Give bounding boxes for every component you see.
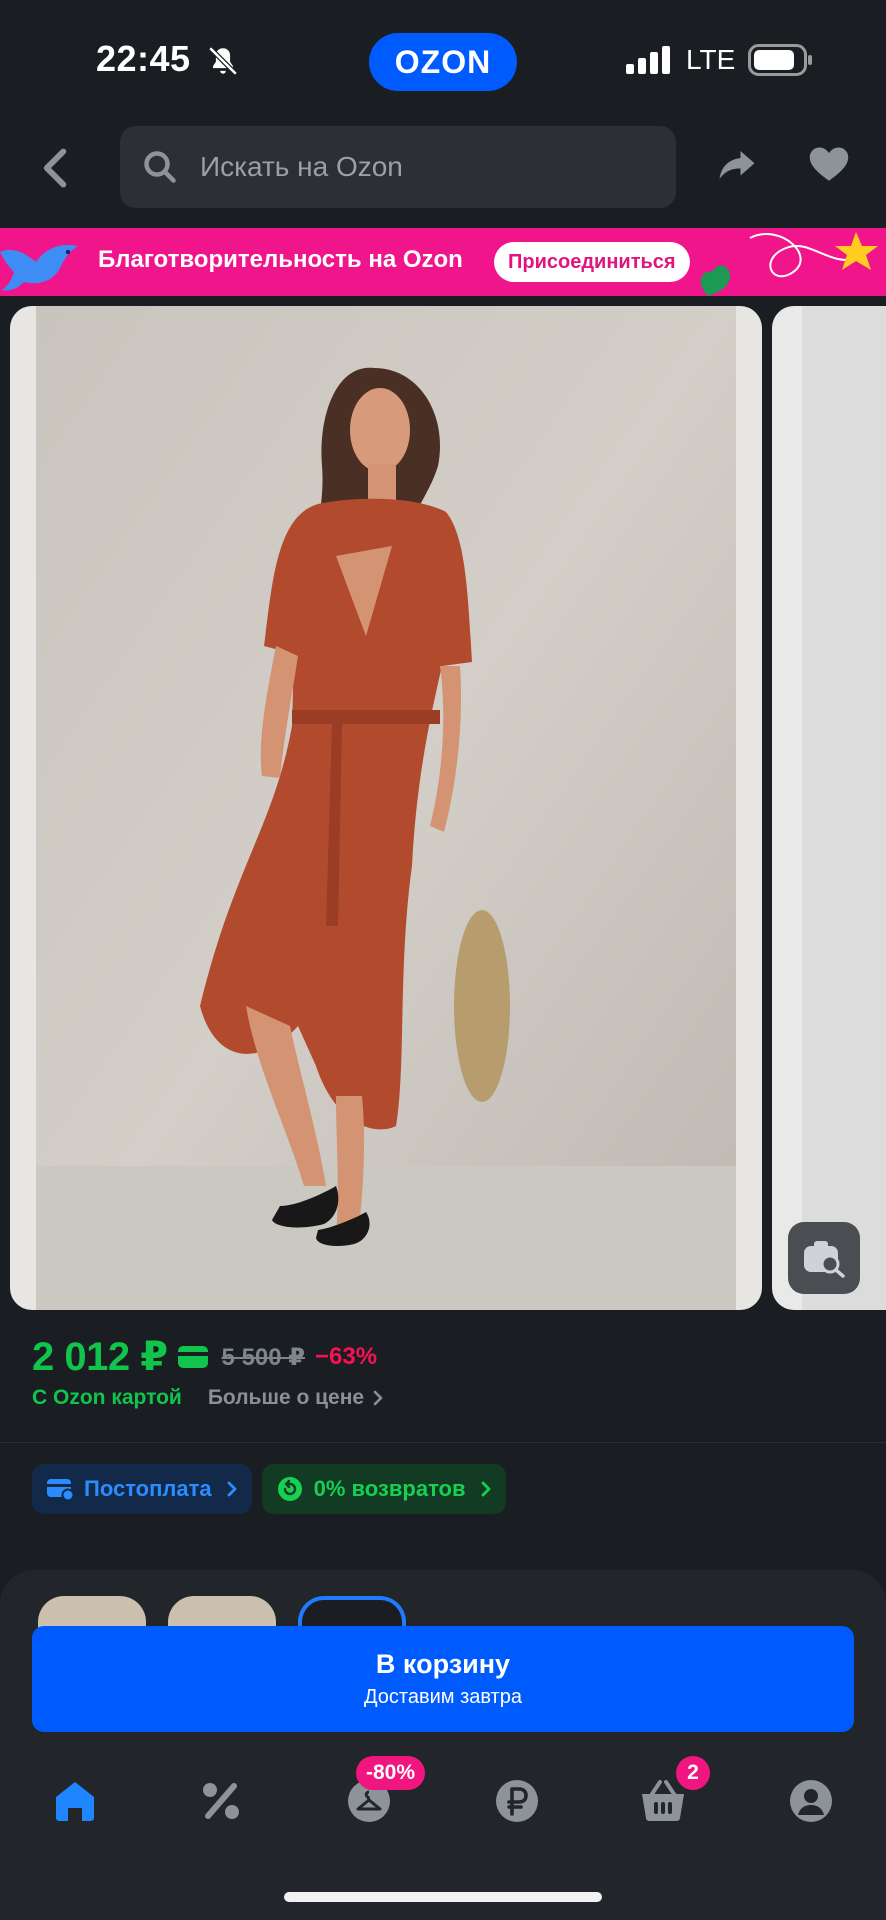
next-photo xyxy=(802,306,886,1310)
heart-decoration-icon xyxy=(700,232,878,296)
home-indicator xyxy=(284,1892,602,1902)
benefit-chips: Постоплата 0% возвратов xyxy=(32,1464,506,1514)
battery-icon xyxy=(748,44,812,76)
current-price: 2 012 ₽ xyxy=(32,1335,168,1379)
network-type: LTE xyxy=(686,44,736,75)
postpay-chip[interactable]: Постоплата xyxy=(32,1464,252,1514)
cart-button-subtitle: Доставим завтра xyxy=(364,1686,522,1708)
search-input[interactable]: Искать на Ozon xyxy=(120,126,676,208)
search-placeholder: Искать на Ozon xyxy=(200,151,403,182)
promo-banner[interactable]: Благотворительность на Ozon Присоединить… xyxy=(0,228,886,296)
status-bar: 22:45 OZON LTE xyxy=(0,0,886,120)
ozon-card-icon xyxy=(177,1346,208,1368)
share-icon[interactable] xyxy=(716,144,758,186)
card-pay-icon xyxy=(47,1479,74,1502)
banner-text: Благотворительность на Ozon xyxy=(98,246,463,273)
heart-icon[interactable] xyxy=(808,144,850,186)
next-photo-card[interactable] xyxy=(772,306,886,1310)
status-time: 22:45 xyxy=(96,38,191,79)
price-subline: С Ozon картой Больше о цене xyxy=(32,1386,384,1410)
chevron-right-icon xyxy=(481,1481,490,1497)
camera-search-icon xyxy=(804,1241,845,1278)
price-section: 2 012 ₽ 5 500 ₽ −63% С Ozon картой Больш… xyxy=(0,1310,886,1556)
home-icon[interactable] xyxy=(52,1778,98,1824)
more-about-price-link[interactable]: Больше о цене xyxy=(208,1386,384,1410)
banner-join-button[interactable]: Присоединиться xyxy=(494,242,690,282)
old-price: 5 500 ₽ xyxy=(221,1343,305,1371)
price-line: 2 012 ₽ 5 500 ₽ −63% xyxy=(32,1334,377,1380)
bird-icon xyxy=(0,244,78,291)
product-gallery[interactable] xyxy=(0,306,886,1310)
search-icon xyxy=(144,151,176,183)
divider xyxy=(0,1442,886,1443)
signal-icon xyxy=(626,46,670,74)
profile-icon[interactable] xyxy=(788,1778,834,1824)
add-to-cart-button[interactable]: В корзину Доставим завтра xyxy=(32,1626,854,1732)
ruble-icon[interactable] xyxy=(494,1778,540,1824)
percent-icon[interactable] xyxy=(198,1778,244,1824)
cart-button-title: В корзину xyxy=(375,1649,511,1679)
more-about-price-label: Больше о цене xyxy=(207,1386,365,1409)
product-photo xyxy=(36,306,736,1310)
return-icon xyxy=(277,1477,302,1501)
returns-chip[interactable]: 0% возвратов xyxy=(261,1464,506,1514)
search-row: Искать на Ozon xyxy=(0,124,886,210)
discount-percent: −63% xyxy=(314,1343,378,1370)
visual-search-button[interactable] xyxy=(788,1222,860,1294)
product-photo-card[interactable] xyxy=(10,306,762,1310)
chevron-right-icon xyxy=(227,1481,237,1497)
chevron-right-icon xyxy=(373,1390,383,1406)
ozon-card-label: С Ozon картой xyxy=(32,1386,182,1409)
postpay-label: Постоплата xyxy=(84,1476,212,1501)
sale-badge: -80% xyxy=(356,1756,426,1790)
bell-off-icon xyxy=(208,46,238,76)
cart-count-badge: 2 xyxy=(676,1756,710,1790)
basket-icon[interactable] xyxy=(640,1778,686,1824)
returns-label: 0% возвратов xyxy=(313,1476,466,1501)
back-icon[interactable] xyxy=(36,146,76,190)
ozon-logo: OZON xyxy=(369,33,517,91)
